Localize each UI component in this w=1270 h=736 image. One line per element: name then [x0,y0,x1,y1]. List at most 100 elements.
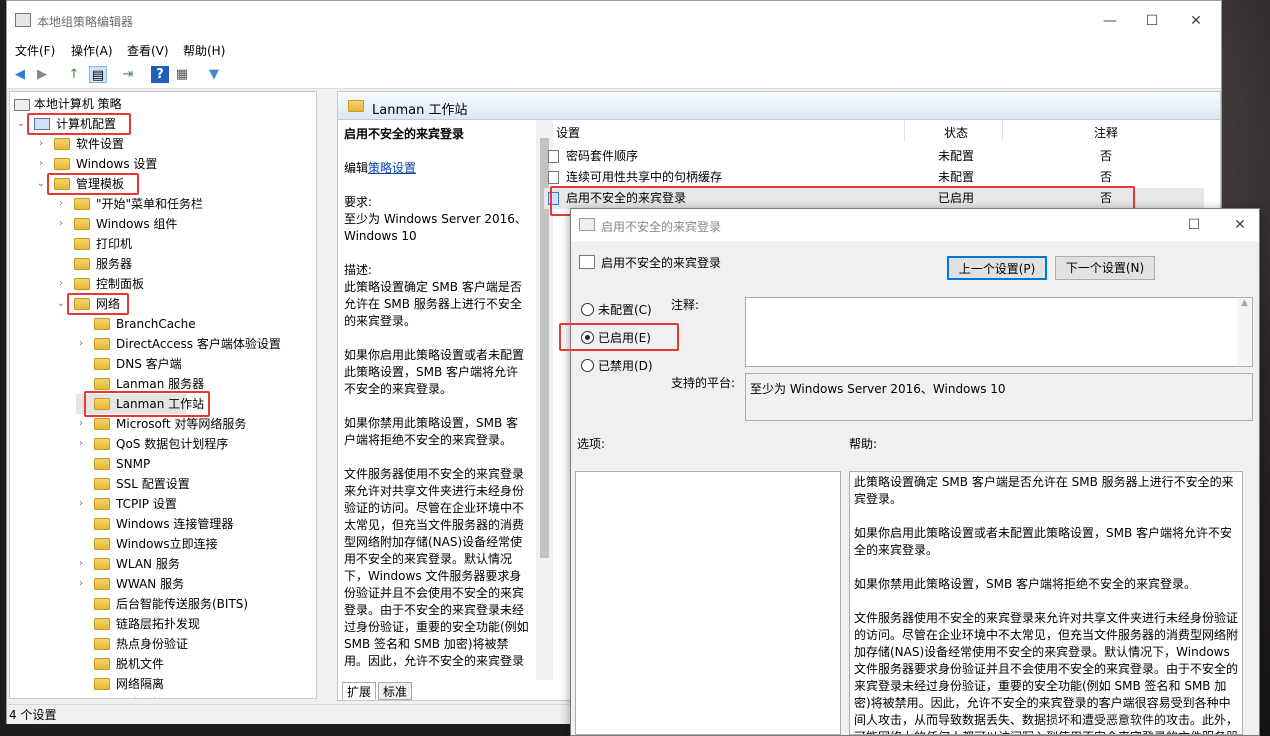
policy-comment: 否 [1100,149,1113,163]
radio-disabled-label[interactable]: 已禁用(D) [598,357,653,374]
desc-requirements: 至少为 Windows Server 2016、Windows 10 [344,212,527,243]
menu-action[interactable]: 操作(A) [71,42,113,59]
policy-dialog: 启用不安全的来宾登录 ☐ ✕ 启用不安全的来宾登录 上一个设置(P) 下一个设置… [559,208,1260,736]
edit-policy-link[interactable]: 策略设置 [368,161,416,175]
policy-state: 未配置 [938,149,975,163]
title-bar: 本地组策略编辑器 — ☐ ✕ [7,1,1221,39]
help-icon[interactable]: ? [151,66,169,83]
chevron-down-icon[interactable]: ⌄ [16,114,26,134]
close-button[interactable]: ✕ [1173,9,1219,33]
platform-value: 至少为 Windows Server 2016、Windows 10 [750,382,1006,396]
app-icon [15,13,31,27]
chevron-right-icon[interactable]: › [36,154,46,174]
tree-network-child-label: Windows 连接管理器 [116,517,234,531]
folder-icon [74,258,90,270]
col-comment[interactable]: 注释 [1094,124,1118,141]
tree-scrollbar[interactable] [316,92,317,698]
menu-bar: 文件(F) 操作(A) 查看(V) 帮助(H) [7,39,1221,61]
folder-icon [348,100,364,112]
highlight-box [67,293,129,315]
radio-disabled[interactable] [581,359,594,372]
export-icon[interactable]: ⇥ [119,66,137,83]
details-header: Lanman 工作站 [338,92,1220,120]
folder-icon [94,358,110,370]
folder-icon [94,578,110,590]
tree-network-child-label: DNS 客户端 [116,357,182,371]
maximize-button[interactable]: ☐ [1171,213,1217,237]
tree-network-child-label: 网络连接 [116,694,164,698]
desc-paragraph: 文件服务器使用不安全的来宾登录来允许对共享文件夹进行未经身份验证的访问。尽管在企… [344,467,529,666]
toolbar: ◀ ▶ ↑ ▤ ⇥ ? ▦ ▼ [7,61,1221,89]
col-state[interactable]: 状态 [944,124,968,141]
show-hide-tree-icon[interactable]: ▤ [89,66,107,83]
back-icon[interactable]: ◀ [11,66,29,83]
view-icon[interactable]: ▦ [173,66,191,83]
policy-icon [579,255,595,269]
menu-view[interactable]: 查看(V) [127,42,169,59]
tree-network-child-label: 链路层拓扑发现 [116,617,201,631]
highlight-box [27,113,131,135]
desc-label: 描述: [344,263,373,277]
folder-icon [94,558,110,570]
chevron-right-icon[interactable]: › [76,494,86,514]
chevron-down-icon[interactable]: ⌄ [36,174,46,194]
column-divider [1002,120,1003,142]
dialog-title: 启用不安全的来宾登录 [601,220,722,234]
tree-network-child-label: SSL 配置设置 [116,477,190,491]
desc-edit-prefix: 编辑 [344,161,369,175]
chevron-down-icon[interactable]: ⌄ [56,294,66,314]
policy-name: 密码套件顺序 [566,149,639,163]
options-panel [575,471,841,735]
dialog-heading: 启用不安全的来宾登录 [601,256,722,270]
radio-not-configured[interactable] [581,303,594,316]
tree-software-label: 软件设置 [76,137,125,151]
tab-extended[interactable]: 扩展 [342,682,377,700]
col-setting[interactable]: 设置 [556,124,580,141]
folder-icon [74,218,90,230]
platform-field: 至少为 Windows Server 2016、Windows 10 [745,373,1253,421]
chevron-right-icon[interactable]: › [56,214,66,234]
close-button[interactable]: ✕ [1217,213,1263,237]
comment-textarea[interactable]: ▲ [745,297,1253,367]
tree-network-child-label: 脱机文件 [116,657,165,671]
dialog-title-bar: 启用不安全的来宾登录 ☐ ✕ [571,209,1259,241]
chevron-right-icon[interactable]: › [76,574,86,594]
tree-root-label: 本地计算机 策略 [33,97,122,111]
desc-paragraph: 此策略设置确定 SMB 客户端是否允许在 SMB 服务器上进行不安全的来宾登录。 [344,280,522,328]
comment-scrollbar[interactable]: ▲ [1237,298,1252,366]
list-item[interactable]: 密码套件顺序 未配置 否 [544,146,1204,167]
chevron-right-icon[interactable]: › [56,274,66,294]
filter-icon[interactable]: ▼ [205,66,223,83]
desc-title: 启用不安全的来宾登录 [344,127,465,141]
up-icon[interactable]: ↑ [65,66,83,83]
tab-standard[interactable]: 标准 [378,682,413,700]
chevron-right-icon[interactable]: › [76,414,86,434]
folder-icon [94,458,110,470]
help-paragraph: 此策略设置确定 SMB 客户端是否允许在 SMB 服务器上进行不安全的来宾登录。 [854,475,1234,506]
chevron-right-icon[interactable]: › [36,134,46,154]
maximize-button[interactable]: ☐ [1129,9,1175,33]
menu-file[interactable]: 文件(F) [15,42,55,59]
minimize-button[interactable]: — [1087,9,1133,33]
desc-requirements-label: 要求: [344,195,373,209]
policy-comment: 否 [1100,170,1113,184]
chevron-right-icon[interactable]: › [76,334,86,354]
tree-network-child-label: BranchCache [116,317,196,331]
tree-start-menu-label: "开始"菜单和任务栏 [96,197,204,211]
chevron-right-icon[interactable]: › [76,434,86,454]
previous-setting-button[interactable]: 上一个设置(P) [947,256,1047,280]
next-setting-button[interactable]: 下一个设置(N) [1055,256,1155,280]
forward-icon[interactable]: ▶ [33,66,51,83]
tree-root[interactable]: 本地计算机 策略 [14,94,122,114]
policy-icon [548,150,559,163]
radio-not-configured-label[interactable]: 未配置(C) [598,301,652,318]
platform-label: 支持的平台: [671,376,736,390]
folder-icon [54,138,70,150]
chevron-right-icon[interactable]: › [56,194,66,214]
chevron-right-icon[interactable]: › [76,554,86,574]
tree-network-child-label: QoS 数据包计划程序 [116,437,229,451]
list-item[interactable]: 连续可用性共享中的句柄缓存 未配置 否 [544,167,1204,188]
menu-help[interactable]: 帮助(H) [183,42,225,59]
tree-control-panel-label: 控制面板 [96,277,145,291]
highlight-box [84,391,210,417]
